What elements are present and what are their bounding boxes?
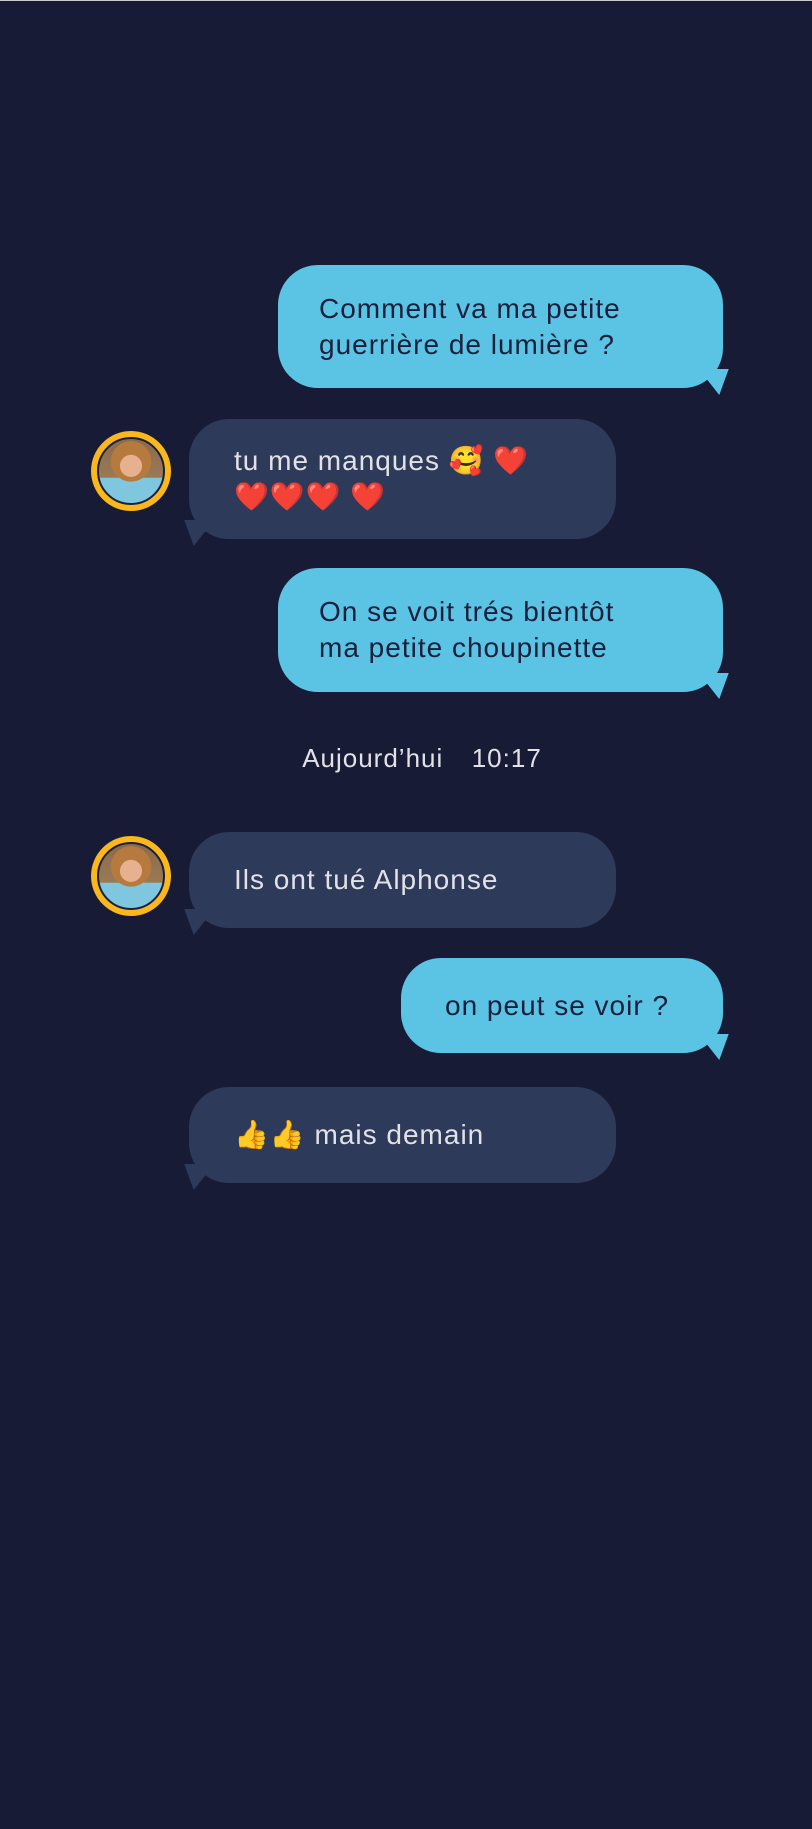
message-bubble-outgoing[interactable]: on peut se voir ? — [401, 958, 729, 1060]
bubble-tail — [689, 369, 729, 395]
avatar-photo — [97, 437, 165, 505]
timestamp: Aujourd’hui 10:17 — [302, 743, 542, 773]
message-bubble-incoming[interactable]: Ils ont tué Alphonse — [184, 832, 616, 935]
bubble-tail — [689, 1034, 729, 1060]
message-text: on peut se voir ? — [445, 989, 670, 1021]
contact-avatar[interactable] — [91, 431, 171, 511]
contact-avatar[interactable] — [91, 836, 171, 916]
message-bubble-incoming[interactable]: 👍👍 mais demain — [184, 1087, 616, 1190]
message-text: tu me manques 🥰 ❤️ ❤️❤️❤️ ❤️ — [234, 445, 530, 512]
message-bubble-incoming[interactable]: tu me manques 🥰 ❤️ ❤️❤️❤️ ❤️ — [184, 419, 616, 546]
message-text: Comment va ma petite guerrière de lumièr… — [319, 292, 621, 360]
message-bubble-outgoing[interactable]: Comment va ma petite guerrière de lumièr… — [278, 265, 729, 395]
message-text: Ils ont tué Alphonse — [234, 864, 499, 895]
avatar-photo — [97, 842, 165, 910]
bubble-tail — [184, 1164, 224, 1190]
bubble-tail — [184, 520, 224, 546]
message-text: 👍👍 mais demain — [234, 1119, 485, 1150]
message-text: On se voit trés bientôt ma petite choupi… — [319, 596, 615, 663]
bubble-tail — [184, 909, 224, 935]
bubble-tail — [689, 673, 729, 699]
message-bubble-outgoing[interactable]: On se voit trés bientôt ma petite choupi… — [278, 568, 729, 699]
